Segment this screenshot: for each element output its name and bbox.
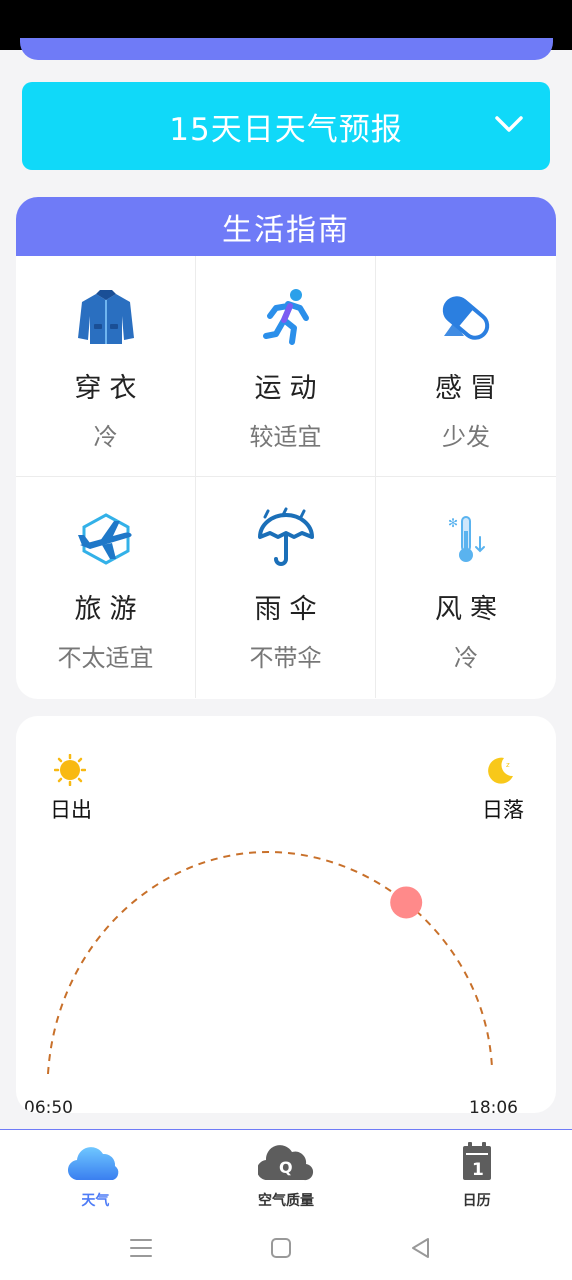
jacket-icon: [77, 290, 134, 344]
forecast-15day-button[interactable]: 15天日天气预报: [22, 82, 550, 170]
thermometer-icon: ✻: [448, 516, 485, 562]
menu-icon[interactable]: [126, 1233, 156, 1263]
guide-item-title: 风寒: [435, 594, 505, 625]
cloud-icon: [68, 1147, 119, 1181]
back-icon[interactable]: [406, 1233, 436, 1263]
bottom-tab-bar: 天气 Q 空气质量 1 日历: [0, 1129, 572, 1219]
sun-arc-path: [47, 850, 493, 1075]
chevron-down-icon: [495, 116, 523, 132]
system-navigation-bar: [0, 1219, 572, 1280]
guide-item-cold[interactable]: 感冒 少发: [376, 256, 556, 477]
forecast-button-label: 15天日天气预报: [169, 111, 403, 148]
guide-item-value: 冷: [93, 423, 118, 451]
svg-text:✻: ✻: [448, 516, 458, 530]
life-guide-card: 生活指南 穿衣 冷 运动 较适宜 感冒 少发 旅游 不太适宜 雨伞 不带伞 ✻ …: [16, 197, 556, 699]
life-guide-grid: 穿衣 冷 运动 较适宜 感冒 少发 旅游 不太适宜 雨伞 不带伞 ✻ 风寒 冷: [16, 256, 556, 698]
pill-icon: [442, 296, 490, 340]
air-quality-cloud-icon: Q: [258, 1145, 314, 1181]
tab-air-quality[interactable]: Q 空气质量: [191, 1130, 382, 1219]
current-sun-position: [390, 886, 423, 919]
guide-item-value: 不带伞: [249, 644, 322, 672]
tab-label: 空气质量: [258, 1193, 314, 1209]
guide-item-umbrella[interactable]: 雨伞 不带伞: [196, 477, 376, 698]
sunset-time: 18:06: [469, 1098, 518, 1113]
tab-calendar[interactable]: 1 日历: [381, 1130, 572, 1219]
guide-item-windchill[interactable]: ✻ 风寒 冷: [376, 477, 556, 698]
top-card-edge: [20, 38, 553, 60]
guide-item-value: 不太适宜: [57, 644, 154, 672]
guide-item-clothing[interactable]: 穿衣 冷: [16, 256, 196, 477]
airplane-icon: [77, 513, 132, 565]
guide-item-title: 感冒: [435, 373, 505, 404]
sun-path-arc: [47, 850, 493, 1075]
home-icon[interactable]: [266, 1233, 296, 1263]
guide-item-title: 旅游: [74, 594, 145, 625]
guide-item-title: 雨伞: [254, 594, 325, 625]
umbrella-icon: [257, 507, 314, 566]
guide-item-title: 运动: [254, 373, 325, 404]
running-icon: [262, 289, 309, 345]
svg-text:1: 1: [472, 1160, 484, 1180]
guide-item-value: 较适宜: [249, 423, 322, 451]
sunrise-time: 06:50: [24, 1098, 73, 1113]
guide-item-title: 穿衣: [74, 373, 145, 404]
tab-weather[interactable]: 天气: [0, 1130, 191, 1219]
svg-text:Q: Q: [279, 1158, 293, 1177]
guide-item-value: 冷: [454, 644, 478, 672]
tab-label: 日历: [462, 1193, 491, 1209]
life-guide-title: 生活指南: [16, 197, 556, 256]
tab-label: 天气: [81, 1193, 110, 1209]
calendar-icon: 1: [462, 1142, 491, 1180]
guide-item-sport[interactable]: 运动 较适宜: [196, 256, 376, 477]
guide-item-value: 少发: [442, 423, 490, 451]
sunrise-sunset-card: 日出 z 日落 06:50 18:06: [16, 716, 556, 1113]
guide-item-travel[interactable]: 旅游 不太适宜: [16, 477, 196, 698]
